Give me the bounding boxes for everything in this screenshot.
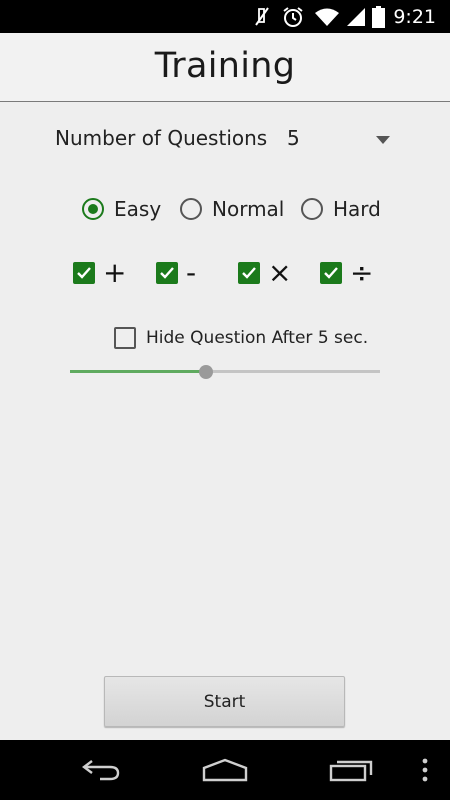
operator-minus-symbol: - [186,256,197,289]
mute-icon [252,6,272,28]
checkbox-checked-icon[interactable] [156,262,178,284]
back-icon[interactable] [70,740,130,800]
slider-thumb[interactable] [199,365,214,379]
dropdown-arrow-icon[interactable] [376,132,390,150]
wifi-icon [314,7,340,27]
navigation-bar [0,740,450,800]
radio-button-icon[interactable] [301,198,323,220]
radio-hard-label: Hard [333,197,381,221]
page-title: Training [154,46,296,86]
menu-icon[interactable] [412,740,438,800]
signal-icon [346,7,366,27]
operator-plus[interactable]: + [73,259,126,287]
radio-button-icon[interactable] [180,198,202,220]
timer-slider[interactable] [70,362,380,382]
radio-easy[interactable]: Easy [82,196,161,222]
checkbox-checked-icon[interactable] [320,262,342,284]
operator-divide[interactable]: ÷ [320,259,373,287]
radio-hard[interactable]: Hard [301,196,381,222]
questions-label: Number of Questions [55,126,268,150]
alarm-icon [282,6,304,28]
radio-normal[interactable]: Normal [180,196,284,222]
radio-normal-label: Normal [212,197,285,221]
operator-divide-symbol: ÷ [350,256,374,289]
hide-question-checkbox[interactable]: Hide Question After 5 sec. [114,325,368,351]
home-icon[interactable] [198,740,252,800]
hide-question-label: Hide Question After 5 sec. [146,328,369,348]
radio-easy-label: Easy [114,197,162,221]
status-time: 9:21 [393,5,436,28]
status-icons: 9:21 [252,0,450,33]
checkbox-checked-icon[interactable] [238,262,260,284]
start-button[interactable]: Start [104,676,345,727]
operator-minus[interactable]: - [156,259,196,287]
title-bar: Training [0,33,450,102]
questions-value[interactable]: 5 [287,126,300,150]
operator-plus-symbol: + [103,256,127,289]
checkbox-checked-icon[interactable] [73,262,95,284]
questions-spinner[interactable]: Number of Questions 5 [55,124,395,156]
slider-fill [70,370,207,373]
operator-multiply-symbol: × [268,256,292,289]
radio-button-checked-icon[interactable] [82,198,104,220]
battery-icon [372,5,386,28]
checkbox-unchecked-icon[interactable] [114,327,136,349]
recents-icon[interactable] [326,740,378,800]
status-bar: 9:21 [0,0,450,33]
operator-multiply[interactable]: × [238,259,291,287]
